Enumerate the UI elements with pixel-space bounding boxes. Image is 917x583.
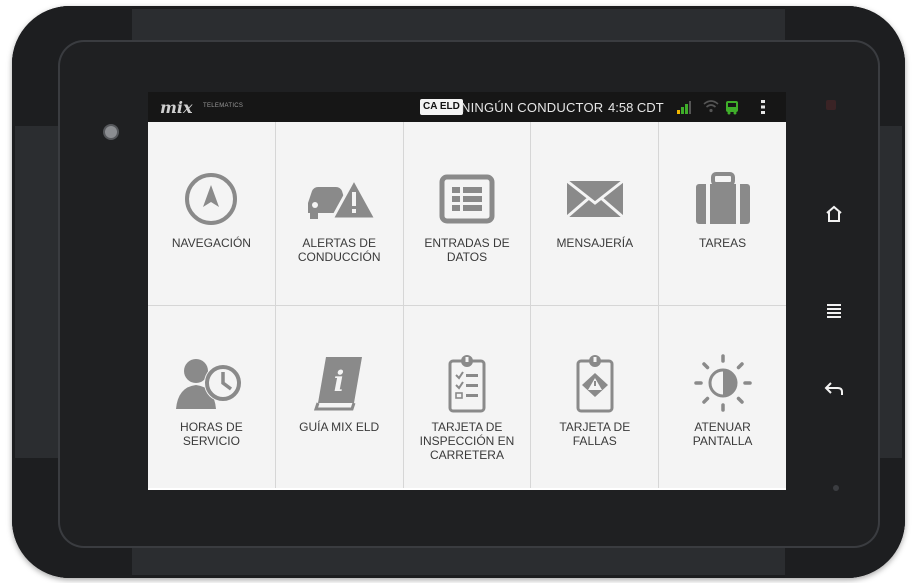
- tile-label: TARJETA DE FALLAS: [559, 419, 631, 448]
- person-clock-icon: [176, 358, 243, 409]
- briefcase-icon: [695, 172, 750, 224]
- tile-inspeccion[interactable]: TARJETA DE INSPECCIÓN EN CARRETERA: [403, 305, 531, 488]
- compass-icon: [185, 173, 238, 225]
- tile-label: ALERTAS DE CONDUCCIÓN: [297, 236, 381, 264]
- tile-horas[interactable]: HORAS DE SERVICIO: [148, 305, 275, 488]
- tile-label: HORAS DE SERVICIO: [180, 419, 243, 448]
- svg-text:i: i: [334, 365, 345, 398]
- light-sensor: [826, 100, 836, 110]
- home-button[interactable]: [820, 200, 848, 228]
- tile-label: NAVEGACIÓN: [171, 236, 251, 250]
- checklist-clipboard-icon: [448, 354, 486, 412]
- back-icon: [824, 382, 843, 395]
- clock: 4:58 CDT: [608, 100, 664, 115]
- overflow-menu-icon[interactable]: [760, 99, 766, 115]
- car-warning-icon: [308, 175, 377, 221]
- tile-tareas[interactable]: TAREAS: [659, 122, 786, 305]
- warning-clipboard-icon: [576, 354, 614, 412]
- tile-label: ENTRADAS DE DATOS: [424, 236, 510, 264]
- info-book-icon: i: [314, 356, 363, 410]
- tile-atenuar[interactable]: ATENUAR PANTALLA: [659, 305, 786, 488]
- envelope-icon: [565, 179, 624, 219]
- tile-alertas[interactable]: ALERTAS DE CONDUCCIÓN: [275, 122, 403, 305]
- tile-mensajeria[interactable]: MENSAJERÍA: [531, 122, 659, 305]
- status-bar: mix TELEMATICS CA ELD NINGÚN CONDUCTOR 4…: [148, 92, 786, 122]
- tile-fallas[interactable]: TARJETA DE FALLAS: [531, 305, 659, 488]
- tile-navegacion[interactable]: NAVEGACIÓN: [148, 122, 275, 305]
- menu-icon: [827, 304, 841, 318]
- driver-status[interactable]: NINGÚN CONDUCTOR: [461, 100, 603, 115]
- tile-label: TAREAS: [699, 236, 747, 250]
- menu-button[interactable]: [820, 296, 848, 324]
- front-camera: [105, 126, 117, 138]
- status-led: [833, 485, 839, 491]
- tile-label: MENSAJERÍA: [556, 236, 634, 250]
- tile-label: TARJETA DE INSPECCIÓN EN CARRETERA: [419, 419, 515, 462]
- app-grid: NAVEGACIÓN ALERTAS DE CONDUCCIÓN ENTRADA…: [148, 122, 786, 488]
- wifi-icon: [703, 100, 719, 113]
- brand-logo: mix: [160, 98, 193, 117]
- tile-label: ATENUAR PANTALLA: [692, 419, 753, 448]
- brightness-icon: [693, 353, 752, 412]
- signal-icon: [677, 101, 691, 114]
- eld-badge: CA ELD: [420, 99, 463, 115]
- tile-guia[interactable]: i GUÍA MIX ELD: [275, 305, 403, 488]
- home-icon: [826, 205, 842, 222]
- back-button[interactable]: [820, 375, 848, 403]
- brand-subtitle: TELEMATICS: [203, 103, 244, 109]
- truck-status-icon: [726, 101, 738, 115]
- tile-entradas[interactable]: ENTRADAS DE DATOS: [403, 122, 531, 305]
- data-grid-icon: [439, 174, 495, 224]
- tablet-screen: mix TELEMATICS CA ELD NINGÚN CONDUCTOR 4…: [148, 92, 786, 490]
- tile-label: GUÍA MIX ELD: [299, 419, 380, 434]
